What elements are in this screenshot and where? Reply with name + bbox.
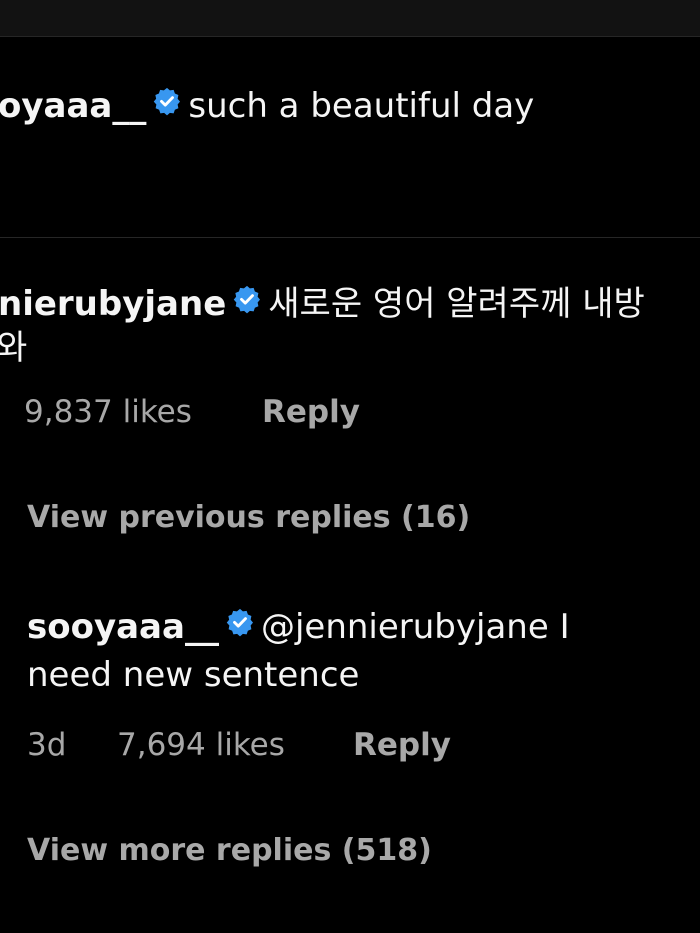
view-more-replies-button[interactable]: View more replies (518) bbox=[27, 831, 432, 871]
comment-reply-button[interactable]: Reply bbox=[262, 392, 360, 432]
caption-row: oyaaa__ such a beautiful day bbox=[0, 86, 534, 128]
reply-username[interactable]: sooyaaa__ bbox=[27, 607, 219, 647]
reply-mention[interactable]: @jennierubyjane bbox=[261, 607, 549, 647]
comment-row: nierubyjane 새로운 영어 알려주께 내방 bbox=[0, 284, 645, 326]
reply-time: 3d bbox=[27, 727, 67, 763]
divider bbox=[0, 237, 700, 238]
reply-text-tail: I bbox=[548, 607, 570, 647]
reply-likes[interactable]: 7,694 likes bbox=[117, 725, 285, 765]
top-bar bbox=[0, 0, 700, 37]
view-previous-replies-button[interactable]: View previous replies (16) bbox=[27, 498, 470, 538]
reply-reply-button[interactable]: Reply bbox=[353, 725, 451, 765]
caption-username[interactable]: oyaaa__ bbox=[0, 86, 146, 126]
caption-text: such a beautiful day bbox=[188, 86, 535, 126]
reply-row: sooyaaa__ @jennierubyjane I bbox=[27, 607, 570, 649]
verified-badge-icon bbox=[232, 283, 262, 323]
reply-text-line2: need new sentence bbox=[27, 655, 360, 695]
comment-likes[interactable]: 9,837 likes bbox=[24, 392, 192, 432]
comment-text-line2: 와 bbox=[0, 328, 28, 368]
comment-username[interactable]: nierubyjane bbox=[0, 284, 226, 324]
comment-text-line1: 새로운 영어 알려주께 내방 bbox=[268, 284, 645, 324]
verified-badge-icon bbox=[225, 606, 255, 646]
verified-badge-icon bbox=[152, 85, 182, 125]
